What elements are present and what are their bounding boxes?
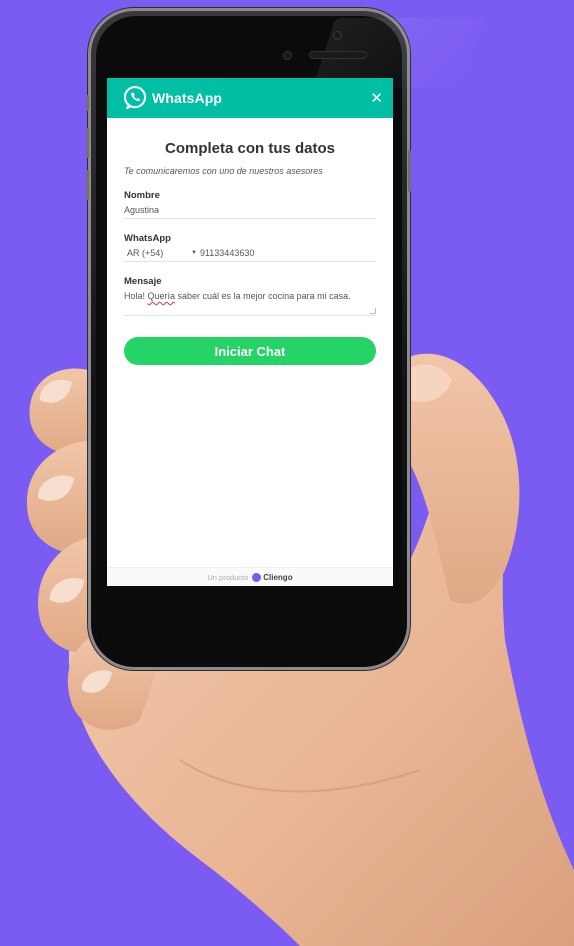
speaker-grille: [310, 52, 366, 58]
volume-up-button: [86, 128, 89, 158]
name-label: Nombre: [124, 190, 160, 201]
power-button: [408, 150, 411, 192]
sensor-icon: [284, 52, 291, 59]
message-text-post: saber cuál es la mejor cocina para mi ca…: [175, 291, 351, 301]
message-field[interactable]: Hola! Quería saber cuál es la mejor coci…: [124, 287, 376, 316]
header-title: WhatsApp: [152, 90, 223, 106]
app-screen: WhatsApp ✕ Completa con tus datos Te com…: [107, 78, 393, 586]
phone-number-field[interactable]: 91133443630: [200, 248, 254, 258]
cliengo-logo-icon: [252, 572, 262, 582]
name-field[interactable]: Agustina: [124, 201, 376, 219]
message-text-pre: Hola!: [124, 291, 148, 301]
form-subtitle: Te comunicaremos con uno de nuestros ase…: [124, 166, 323, 176]
chevron-down-icon[interactable]: ▼: [191, 250, 197, 256]
form-title: Completa con tus datos: [164, 140, 336, 157]
footer-brand[interactable]: Cliengo: [263, 573, 292, 582]
resize-handle-icon[interactable]: [370, 308, 376, 314]
close-icon[interactable]: ✕: [370, 91, 383, 106]
message-text-spellcheck: Quería: [147, 291, 176, 301]
volume-down-button: [86, 170, 89, 200]
powered-by-footer: Un producto Cliengo: [107, 567, 393, 586]
whatsapp-field-row: AR (+54) ▼ 91133443630: [124, 244, 376, 262]
whatsapp-label: WhatsApp: [124, 233, 171, 244]
camera-icon: [334, 32, 341, 39]
contact-form: Completa con tus datos Te comunicaremos …: [107, 140, 393, 365]
whatsapp-header: WhatsApp ✕: [107, 78, 393, 118]
whatsapp-logo-icon: [123, 86, 147, 110]
start-chat-button[interactable]: Iniciar Chat: [124, 337, 376, 365]
footer-prefix: Un producto: [207, 572, 249, 582]
mute-switch: [86, 95, 89, 111]
country-code-select[interactable]: AR (+54): [124, 248, 191, 258]
message-label: Mensaje: [124, 276, 162, 287]
